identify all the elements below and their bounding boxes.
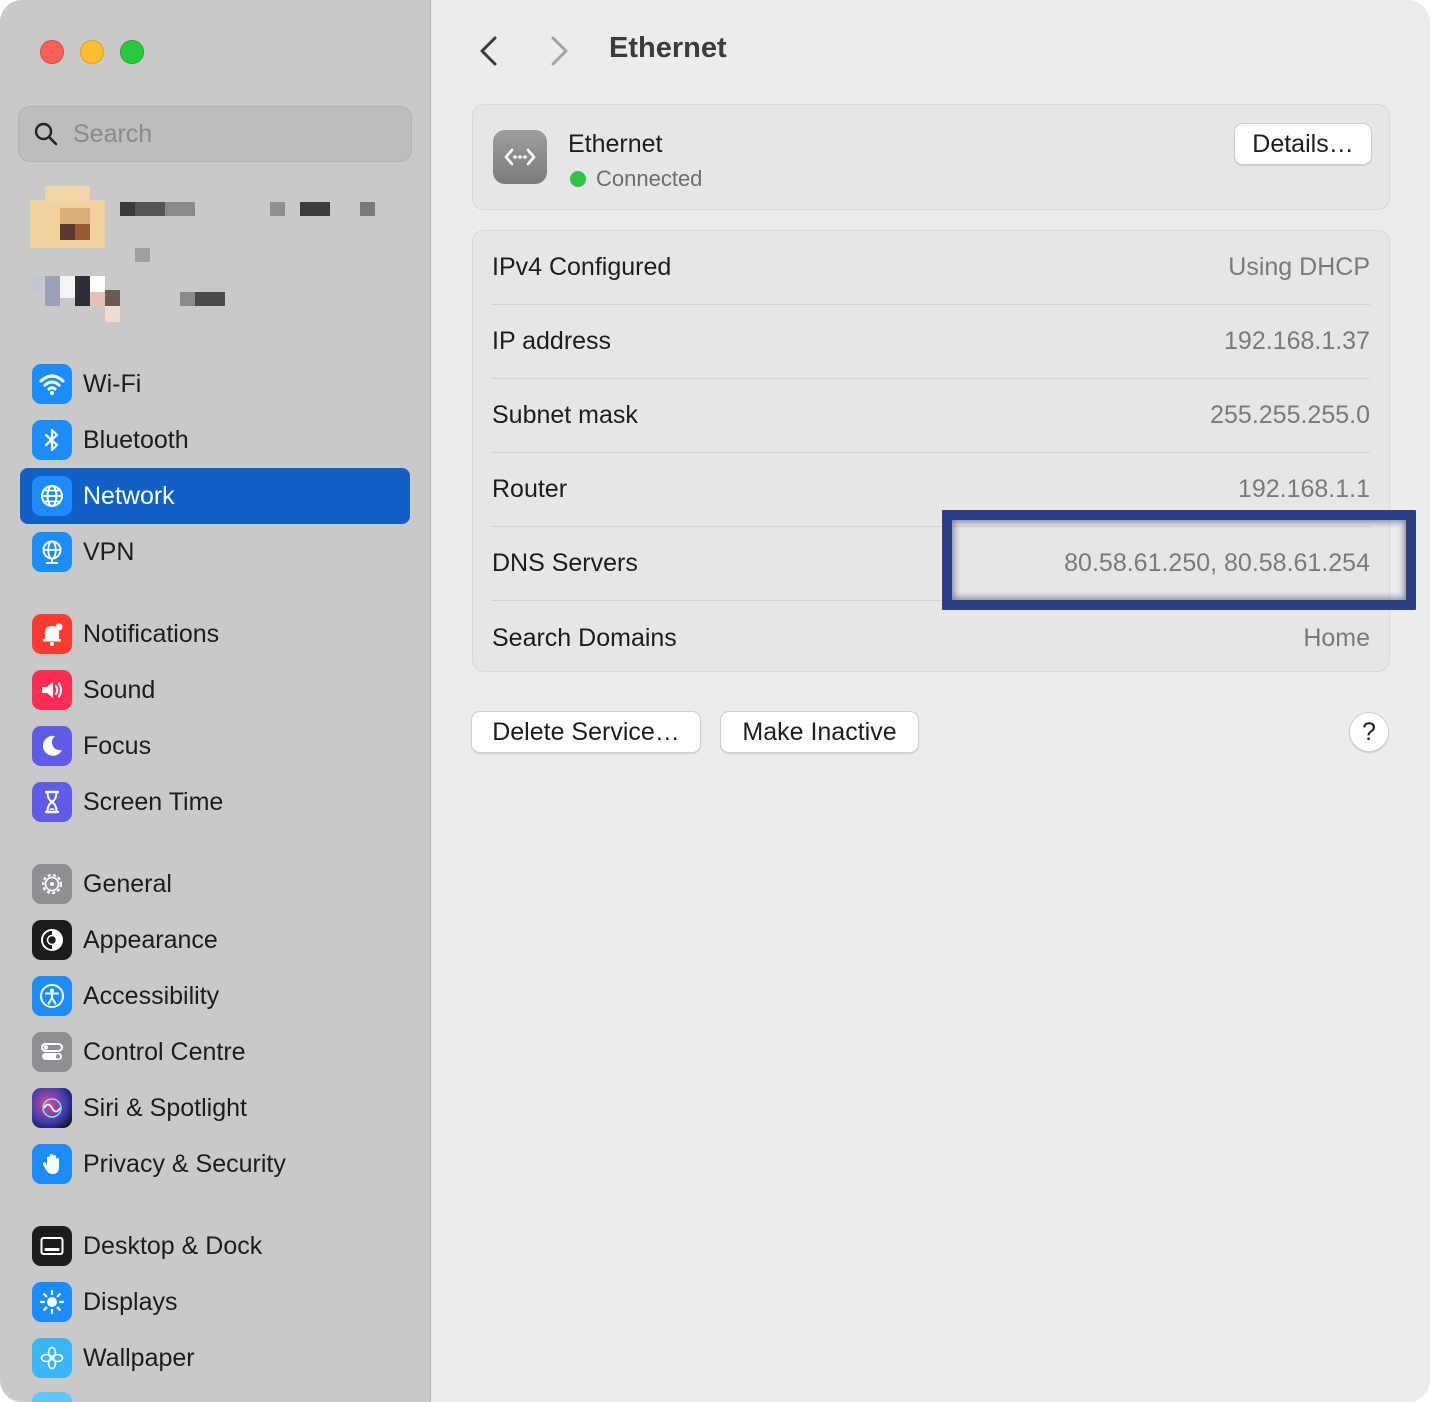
sidebar-item-control-centre[interactable]: Control Centre xyxy=(20,1024,410,1080)
info-row-ip-address: IP address 192.168.1.37 xyxy=(492,305,1370,379)
sidebar-item-label: Bluetooth xyxy=(83,425,189,454)
sidebar-item-network[interactable]: Network xyxy=(20,468,410,524)
sidebar-item-label: Siri & Spotlight xyxy=(83,1093,247,1122)
page-title: Ethernet xyxy=(609,32,727,64)
sun-icon xyxy=(32,1282,72,1322)
row-label: IPv4 Configured xyxy=(492,253,672,281)
window-controls xyxy=(40,40,144,64)
globe-icon xyxy=(32,476,72,516)
vpn-globe-icon xyxy=(32,532,72,572)
main-pane: Ethernet Ethernet Connected Details… IPv… xyxy=(432,0,1430,1402)
row-label: Subnet mask xyxy=(492,401,638,429)
accessibility-icon xyxy=(32,976,72,1016)
sidebar-item-label: General xyxy=(83,869,172,898)
dns-highlight-box xyxy=(942,510,1416,610)
sidebar-item-siri-spotlight[interactable]: Siri & Spotlight xyxy=(20,1080,410,1136)
sidebar-item-label: Appearance xyxy=(83,925,218,954)
info-row-ipv4: IPv4 Configured Using DHCP xyxy=(492,231,1370,305)
make-inactive-button[interactable]: Make Inactive xyxy=(720,711,919,753)
wifi-icon xyxy=(32,364,72,404)
settings-window: Search Wi-Fi Bluetooth Network VPN Notif… xyxy=(0,0,1430,1402)
row-label: IP address xyxy=(492,327,612,355)
sidebar-item-wallpaper[interactable]: Wallpaper xyxy=(20,1330,410,1386)
dock-icon xyxy=(32,1226,72,1266)
row-value: 192.168.1.37 xyxy=(1224,327,1370,355)
row-label: DNS Servers xyxy=(492,549,638,577)
row-value: Using DHCP xyxy=(1228,253,1370,281)
details-button[interactable]: Details… xyxy=(1234,123,1372,165)
sidebar-item-general[interactable]: General xyxy=(20,856,410,912)
row-value: 192.168.1.1 xyxy=(1237,475,1370,503)
sidebar-item-label: Notifications xyxy=(83,619,220,648)
sidebar-item-vpn[interactable]: VPN xyxy=(20,524,410,580)
flower-icon xyxy=(32,1338,72,1378)
minimize-window-button[interactable] xyxy=(80,40,104,64)
info-row-subnet-mask: Subnet mask 255.255.255.0 xyxy=(492,379,1370,453)
help-button[interactable]: ? xyxy=(1349,712,1389,752)
bell-icon xyxy=(32,614,72,654)
sidebar-item-accessibility[interactable]: Accessibility xyxy=(20,968,410,1024)
sidebar-item-label: Displays xyxy=(83,1287,178,1316)
service-name: Ethernet xyxy=(568,130,663,158)
sidebar-item-notifications[interactable]: Notifications xyxy=(20,606,410,662)
appearance-icon xyxy=(32,920,72,960)
zoom-window-button[interactable] xyxy=(120,40,144,64)
sidebar-item-displays[interactable]: Displays xyxy=(20,1274,410,1330)
speaker-icon xyxy=(32,670,72,710)
sidebar: Search Wi-Fi Bluetooth Network VPN Notif… xyxy=(0,0,431,1402)
row-label: Search Domains xyxy=(492,623,677,652)
sidebar-item-label: Wi-Fi xyxy=(83,369,142,398)
sidebar-item-bluetooth[interactable]: Bluetooth xyxy=(20,412,410,468)
sidebar-item-wifi[interactable]: Wi-Fi xyxy=(20,356,410,412)
row-value: 255.255.255.0 xyxy=(1210,401,1370,429)
info-row-search-domains: Search Domains Home xyxy=(492,601,1370,675)
sidebar-item-screen-time[interactable]: Screen Time xyxy=(20,774,410,830)
hand-icon xyxy=(32,1144,72,1184)
sidebar-item-label: Control Centre xyxy=(83,1037,246,1066)
sidebar-item-partial[interactable] xyxy=(32,1392,72,1402)
status-indicator-dot xyxy=(570,171,586,187)
siri-icon xyxy=(32,1088,72,1128)
service-status: Connected xyxy=(570,166,702,192)
bluetooth-icon xyxy=(32,420,72,460)
moon-icon xyxy=(32,726,72,766)
user-profile[interactable] xyxy=(30,186,390,326)
search-icon xyxy=(34,122,58,146)
sidebar-item-label: VPN xyxy=(83,537,135,566)
sidebar-item-label: Accessibility xyxy=(83,981,220,1010)
search-field[interactable]: Search xyxy=(18,106,412,162)
forward-arrow-icon[interactable] xyxy=(544,34,574,68)
sidebar-item-sound[interactable]: Sound xyxy=(20,662,410,718)
close-window-button[interactable] xyxy=(40,40,64,64)
delete-service-button[interactable]: Delete Service… xyxy=(471,711,701,753)
sidebar-item-label: Privacy & Security xyxy=(83,1149,286,1178)
search-placeholder: Search xyxy=(73,119,153,148)
sidebar-item-desktop-dock[interactable]: Desktop & Dock xyxy=(20,1218,410,1274)
back-arrow-icon[interactable] xyxy=(474,34,504,68)
sidebar-item-appearance[interactable]: Appearance xyxy=(20,912,410,968)
sidebar-item-privacy-security[interactable]: Privacy & Security xyxy=(20,1136,410,1192)
sidebar-item-label: Network xyxy=(83,481,175,510)
row-label: Router xyxy=(492,475,568,503)
status-text: Connected xyxy=(596,166,703,191)
ethernet-icon xyxy=(493,130,547,184)
sidebar-item-label: Wallpaper xyxy=(83,1343,195,1372)
row-value: Home xyxy=(1303,623,1370,652)
control-centre-icon xyxy=(32,1032,72,1072)
sidebar-item-label: Focus xyxy=(83,731,152,760)
sidebar-item-label: Screen Time xyxy=(83,787,224,816)
service-card: Ethernet Connected Details… xyxy=(472,104,1390,210)
gear-icon xyxy=(32,864,72,904)
sidebar-item-label: Desktop & Dock xyxy=(83,1231,263,1260)
sidebar-item-label: Sound xyxy=(83,675,156,704)
sidebar-item-focus[interactable]: Focus xyxy=(20,718,410,774)
hourglass-icon xyxy=(32,782,72,822)
